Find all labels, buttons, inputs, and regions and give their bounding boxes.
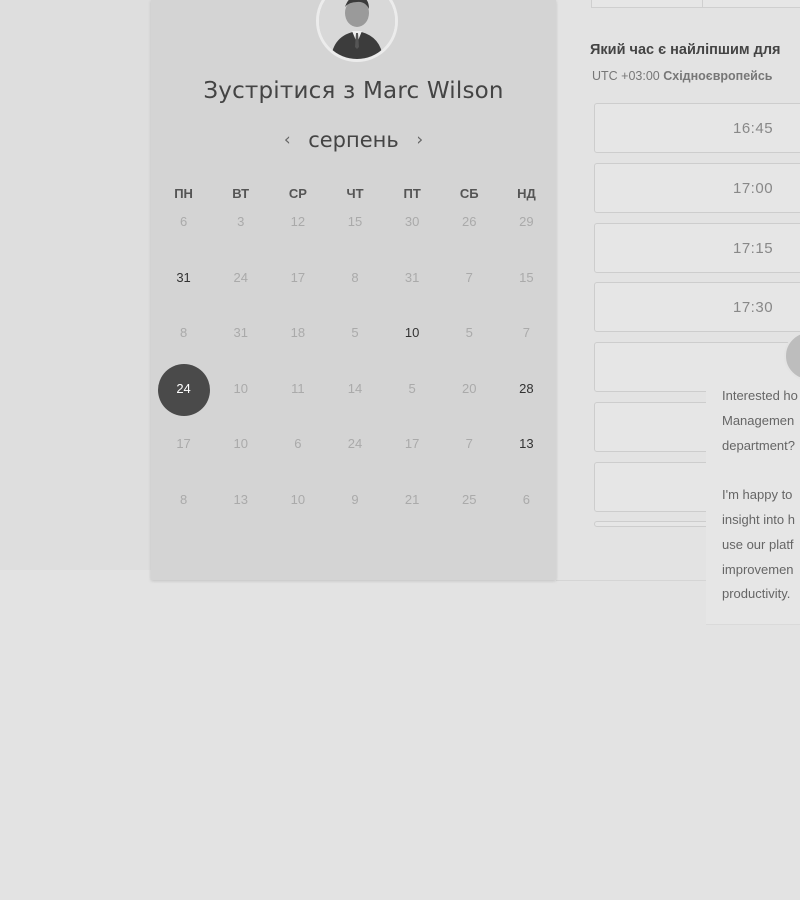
chat-line: improvemen (722, 561, 794, 577)
chat-line: insight into h (722, 511, 795, 527)
calendar-day-available[interactable]: 10 (384, 323, 441, 343)
calendar-day: 5 (351, 325, 359, 340)
timezone-label: UTC +03:00 Східноєвропейсь (592, 69, 800, 83)
timezone-name: Східноєвропейсь (663, 69, 773, 83)
calendar-day: 17 (404, 436, 420, 451)
weekday-label: СБ (459, 186, 479, 201)
calendar-day: 8 (179, 325, 188, 340)
calendar-day: 10 (233, 380, 248, 396)
chat-line (722, 458, 800, 483)
calendar-day: 31 (404, 269, 420, 285)
weekday-label: ПТ (403, 186, 421, 201)
weekday-label: СР (288, 186, 307, 201)
calendar-day: 30 (404, 214, 420, 229)
weekday-label: ЧТ (346, 186, 364, 201)
calendar-day: 10 (290, 491, 306, 507)
calendar-day: 9 (351, 491, 359, 507)
calendar-day: 24 (233, 269, 248, 285)
meeting-title: Зустрітися з Marc Wilson (203, 78, 504, 104)
calendar-day: 5 (465, 325, 473, 340)
calendar-day: 17 (176, 436, 191, 451)
calendar-day: 31 (233, 325, 248, 340)
calendar-day-available[interactable]: 13 (498, 434, 555, 454)
calendar-day: 18 (290, 325, 306, 340)
chat-line: I'm happy to (722, 487, 793, 503)
chat-message-text: Interested ho Managemen department? I'm … (722, 384, 800, 607)
calendar-day: 15 (519, 269, 534, 285)
month-navigation: ‹ серпень › (151, 128, 556, 152)
calendar-week: 6 3 12 15 30 26 29 (155, 212, 555, 268)
top-form-field[interactable] (591, 0, 800, 8)
calendar-day: 17 (290, 269, 306, 285)
weekday-label: НД (517, 186, 536, 201)
calendar-day-selected[interactable]: 24 (155, 379, 212, 399)
scheduling-page: Зустрітися з Marc Wilson ‹ серпень › ПН … (0, 0, 800, 900)
calendar-day: 5 (408, 380, 416, 396)
chat-line: use our platf (722, 536, 794, 552)
calendar-day: 13 (233, 491, 248, 507)
calendar-day: 15 (347, 214, 363, 229)
calendar-day: 6 (522, 491, 531, 507)
calendar-grid: ПН ВТ СР ЧТ ПТ СБ НД 6 3 12 15 30 26 29 … (155, 186, 555, 545)
month-label: серпень (308, 128, 399, 152)
calendar-day: 20 (462, 380, 477, 396)
chevron-right-icon[interactable]: › (413, 130, 427, 150)
chat-line: Managemen (722, 412, 795, 428)
calendar-day: 12 (290, 214, 306, 229)
calendar-day: 26 (462, 214, 477, 229)
time-slot-button[interactable]: 17:30 (594, 282, 800, 332)
calendar-day: 25 (462, 491, 477, 507)
time-question-heading: Який час є найліпшим для (590, 42, 781, 58)
calendar-day: 21 (404, 491, 420, 507)
weekday-label: ВТ (232, 186, 250, 201)
calendar-day: 10 (233, 436, 248, 451)
weekday-label: ПН (174, 186, 193, 201)
calendar-day: 14 (347, 380, 363, 396)
calendar-day: 7 (465, 269, 473, 285)
chevron-left-icon[interactable]: ‹ (280, 130, 294, 150)
time-slot-button[interactable]: 17:15 (594, 223, 800, 273)
weekday-header-row: ПН ВТ СР ЧТ ПТ СБ НД (155, 186, 555, 208)
chat-line: department? (722, 437, 795, 453)
calendar-week: 31 24 17 8 31 7 15 (155, 268, 555, 324)
calendar-day-available[interactable]: 28 (498, 379, 555, 399)
calendar-week: 17 10 6 24 17 7 13 (155, 434, 555, 490)
chat-line: Interested ho (722, 388, 798, 403)
calendar-day: 8 (351, 269, 359, 285)
timezone-offset: UTC +03:00 (592, 69, 660, 83)
calendar-week: 8 31 18 5 10 5 7 (155, 323, 555, 379)
calendar-day: 3 (237, 214, 245, 229)
calendar-day-available[interactable]: 31 (155, 268, 212, 288)
calendar-day: 7 (465, 436, 473, 451)
calendar-day: 7 (522, 325, 531, 340)
calendar-day: 6 (179, 214, 188, 229)
calendar-day: 11 (291, 380, 305, 396)
calendar-week: 24 10 11 14 5 20 28 (155, 379, 555, 435)
calendar-day: 24 (347, 436, 363, 451)
time-slot-button[interactable]: 16:45 (594, 103, 800, 153)
calendar-day: 29 (519, 214, 534, 229)
calendar-day: 6 (294, 436, 302, 451)
time-slot-button[interactable]: 17:00 (594, 163, 800, 213)
chat-message-popup[interactable]: Interested ho Managemen department? I'm … (706, 372, 800, 625)
calendar-week: 8 13 10 9 21 25 6 (155, 490, 555, 546)
calendar-day: 8 (179, 491, 188, 507)
chat-line: productivity. (722, 586, 791, 602)
person-avatar-icon (319, 0, 395, 59)
